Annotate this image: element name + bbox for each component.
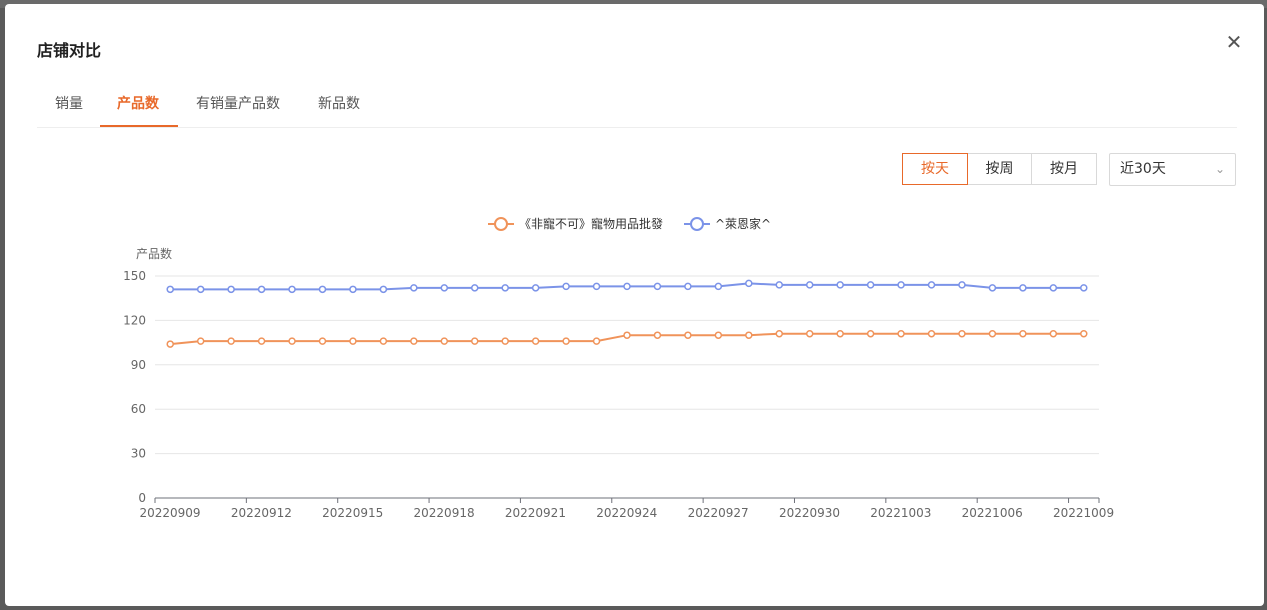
y-tick-label: 120 [123, 313, 146, 327]
series-1-point[interactable] [836, 329, 844, 338]
product-count-chart: 《非寵不可》寵物用品批發 ^萊恩家^ 产品数 0 30 60 90 120 150 2022… [123, 216, 1114, 520]
series-1-point[interactable] [379, 337, 388, 345]
series-1-point[interactable] [318, 337, 327, 345]
chart-grid [155, 275, 1099, 455]
series-1-point[interactable] [684, 331, 692, 339]
series-1-point[interactable] [592, 337, 601, 345]
chart-series [166, 279, 1088, 348]
x-tick-label: 20220924 [596, 506, 657, 520]
series-1-point[interactable] [349, 337, 357, 345]
chart-legend: 《非寵不可》寵物用品批發 ^萊恩家^ [488, 216, 771, 231]
series-2-point[interactable] [257, 285, 266, 294]
series-2-point[interactable] [531, 284, 540, 292]
y-axis-ticks: 0 30 60 90 120 150 [123, 269, 146, 505]
series-2-point[interactable] [410, 284, 418, 292]
series-2-point[interactable] [927, 281, 936, 289]
series-2-point[interactable] [440, 284, 449, 292]
series-2-point[interactable] [379, 285, 388, 294]
series-2-point[interactable] [684, 282, 692, 291]
x-tick-label: 20220912 [231, 506, 292, 520]
series-1-point[interactable] [1019, 329, 1027, 338]
x-tick-label: 20220915 [322, 506, 383, 520]
series-1-point[interactable] [927, 329, 936, 338]
legend-swatch-marker[interactable] [494, 217, 508, 231]
series-1-point[interactable] [623, 331, 631, 339]
series-2-point[interactable] [318, 285, 327, 294]
series-2-point[interactable] [470, 284, 479, 292]
x-tick-label: 20220921 [505, 506, 566, 520]
series-1-point[interactable] [288, 337, 296, 345]
series-2-point[interactable] [775, 281, 784, 289]
series-2-point[interactable] [592, 282, 601, 291]
y-tick-label: 90 [131, 358, 146, 372]
y-tick-label: 60 [131, 402, 146, 416]
series-1-point[interactable] [166, 340, 174, 348]
series-2-point[interactable] [1019, 284, 1027, 292]
x-tick-label: 20220918 [414, 506, 475, 520]
series-1-point[interactable] [805, 329, 814, 338]
series-1-point[interactable] [440, 337, 449, 345]
series-2-point[interactable] [562, 282, 570, 291]
series-2-point[interactable] [501, 284, 509, 292]
series-2-point[interactable] [196, 285, 205, 294]
series-2-point[interactable] [745, 279, 753, 288]
x-tick-label: 20221009 [1053, 506, 1114, 520]
series-2-point[interactable] [166, 285, 174, 294]
x-tick-label: 20221003 [870, 506, 931, 520]
y-tick-label: 150 [123, 269, 146, 283]
x-tick-label: 20221006 [962, 506, 1023, 520]
series-1-point[interactable] [775, 329, 784, 338]
series-2-point[interactable] [958, 281, 966, 289]
series-1-point[interactable] [897, 329, 905, 338]
series-1-point[interactable] [866, 329, 875, 338]
series-2-point[interactable] [897, 281, 905, 289]
series-2-point[interactable] [653, 282, 662, 291]
legend-swatch-marker[interactable] [690, 217, 704, 231]
series-1-point[interactable] [988, 329, 997, 338]
series-1-point[interactable] [531, 337, 540, 345]
series-1-point[interactable] [410, 337, 418, 345]
series-1-point[interactable] [470, 337, 479, 345]
x-tick-label: 20220930 [779, 506, 840, 520]
series-2-point[interactable] [1080, 284, 1088, 292]
legend-label-1[interactable]: 《非寵不可》寵物用品批發 [519, 216, 663, 231]
series-1-point[interactable] [714, 331, 723, 339]
series-2-point[interactable] [866, 281, 875, 289]
legend-label-2[interactable]: ^萊恩家^ [715, 216, 771, 231]
series-2-point[interactable] [836, 281, 844, 289]
series-2-point[interactable] [1049, 284, 1058, 292]
series-1-point[interactable] [1080, 329, 1088, 338]
series-2-point[interactable] [288, 285, 296, 294]
series-1-point[interactable] [196, 337, 205, 345]
series-1-point[interactable] [227, 337, 235, 345]
series-2-point[interactable] [805, 281, 814, 289]
series-2-point[interactable] [349, 285, 357, 294]
y-tick-label: 30 [131, 447, 146, 461]
series-1-point[interactable] [257, 337, 266, 345]
series-2-point[interactable] [623, 282, 631, 291]
x-tick-label: 20220927 [688, 506, 749, 520]
series-1-point[interactable] [745, 331, 753, 339]
series-2-point[interactable] [714, 282, 723, 291]
series-1-point[interactable] [958, 329, 966, 338]
series-1-point[interactable] [1049, 329, 1058, 338]
y-axis-label: 产品数 [136, 246, 172, 261]
x-tick-label: 20220909 [139, 506, 200, 520]
series-2-point[interactable] [988, 284, 997, 292]
series-1-point[interactable] [562, 337, 570, 345]
series-2-point[interactable] [227, 285, 235, 294]
series-1-point[interactable] [653, 331, 662, 339]
by-day-button[interactable]: 按天 [902, 153, 968, 185]
y-tick-label: 0 [138, 491, 146, 505]
x-axis: 20220909 20220912 20220915 20220918 20220921… [139, 497, 1114, 520]
series-1-point[interactable] [501, 337, 509, 345]
